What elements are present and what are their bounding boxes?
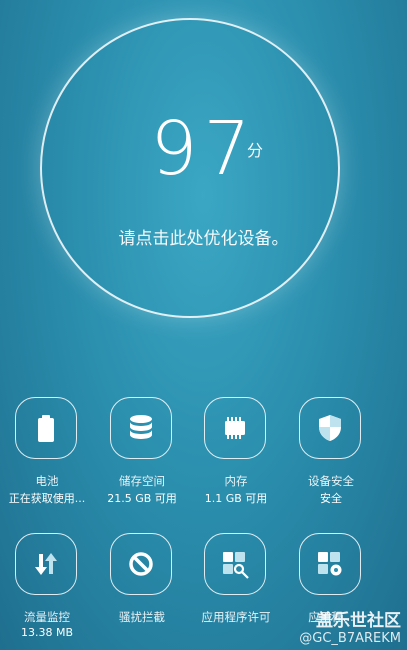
- data-transfer-arrows-icon: [35, 553, 57, 575]
- battery-label: 电池: [35, 474, 59, 488]
- memory-chip-icon: [225, 417, 245, 439]
- shield-icon: [319, 415, 341, 441]
- storage-value: 21.5 GB 可用: [107, 492, 177, 505]
- block-label: 骚扰拦截: [119, 610, 165, 624]
- battery-value: 正在获取使用...: [8, 492, 86, 505]
- watermark-user: @GC_B7AREKM: [299, 631, 401, 646]
- database-icon: [130, 415, 152, 439]
- storage-tile[interactable]: [110, 397, 172, 459]
- app-settings-gear-icon: [318, 552, 342, 576]
- battery-icon: [38, 415, 54, 442]
- block-tile[interactable]: [110, 533, 172, 595]
- block-icon: [129, 552, 153, 576]
- score-value: 97: [150, 106, 257, 192]
- battery-tile[interactable]: [15, 397, 77, 459]
- optimize-hint[interactable]: 请点击此处优化设备。: [0, 224, 407, 249]
- data-usage-value: 13.38 MB: [20, 626, 74, 639]
- app-settings-tile[interactable]: [299, 533, 361, 595]
- memory-value: 1.1 GB 可用: [204, 492, 268, 505]
- watermark-title: 盖乐世社区: [316, 611, 401, 631]
- security-value: 安全: [320, 492, 342, 505]
- security-tile[interactable]: [299, 397, 361, 459]
- app-permissions-label: 应用程序许可: [201, 610, 271, 624]
- app-permission-key-icon: [223, 552, 249, 579]
- data-usage-label: 流量监控: [24, 610, 70, 624]
- score-unit: 分: [247, 141, 264, 160]
- memory-tile[interactable]: [204, 397, 266, 459]
- storage-label: 储存空间: [119, 474, 165, 488]
- memory-label: 内存: [224, 474, 248, 488]
- data-usage-tile[interactable]: [15, 533, 77, 595]
- app-permissions-tile[interactable]: [204, 533, 266, 595]
- security-label: 设备安全: [308, 474, 354, 488]
- watermark: 盖乐世社区 @GC_B7AREKM: [299, 606, 401, 646]
